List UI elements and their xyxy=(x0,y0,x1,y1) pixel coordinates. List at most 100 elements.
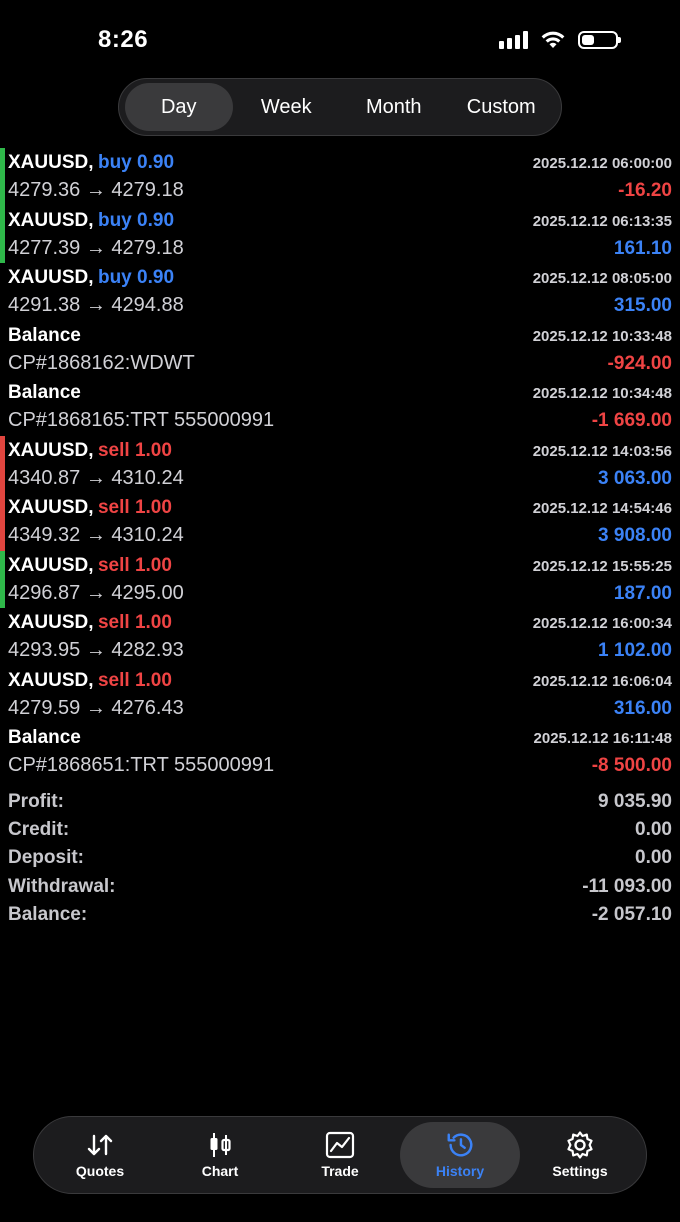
history-row[interactable]: XAUUSD, sell 1.00 2025.12.12 14:54:46 43… xyxy=(0,493,680,551)
tab-history[interactable]: History xyxy=(400,1122,520,1188)
history-row[interactable]: XAUUSD, sell 1.00 2025.12.12 15:55:25 42… xyxy=(0,550,680,608)
deal-direction: sell 1.00 xyxy=(97,669,172,691)
deal-marker-bar xyxy=(0,205,5,263)
history-row[interactable]: XAUUSD, buy 0.90 2025.12.12 06:13:35 427… xyxy=(0,205,680,263)
deal-title: XAUUSD, sell 1.00 xyxy=(8,555,172,577)
history-row[interactable]: XAUUSD, sell 1.00 2025.12.12 14:03:56 43… xyxy=(0,435,680,493)
period-month[interactable]: Month xyxy=(340,83,448,131)
deal-symbol: Balance xyxy=(8,382,81,403)
deal-prices: CP#1868165:TRT 555000991 xyxy=(8,409,275,431)
history-summary: Profit: 9 035.90 Credit: 0.00 Deposit: 0.0… xyxy=(0,788,680,929)
deal-symbol: XAUUSD, xyxy=(8,612,94,633)
deal-marker-bar xyxy=(0,435,5,493)
history-row[interactable]: XAUUSD, buy 0.90 2025.12.12 08:05:00 429… xyxy=(0,263,680,321)
deal-symbol: XAUUSD, xyxy=(8,554,94,576)
wifi-icon xyxy=(541,31,565,48)
deal-prices: 4279.59 → 4276.43 xyxy=(8,696,184,719)
summary-row: Deposit: 0.00 xyxy=(0,844,680,872)
battery-icon xyxy=(578,31,621,49)
deal-profit: -16.20 xyxy=(618,180,672,201)
history-icon xyxy=(445,1131,475,1159)
tab-history-label: History xyxy=(435,1163,485,1179)
chart-icon xyxy=(205,1131,235,1159)
tab-quotes[interactable]: Quotes xyxy=(40,1122,160,1188)
bottom-tab-bar: Quotes Chart Trade History Settings xyxy=(33,1116,647,1194)
deal-profit: 3 063.00 xyxy=(598,467,672,489)
tab-settings[interactable]: Settings xyxy=(520,1122,640,1188)
deal-direction: sell 1.00 xyxy=(97,612,172,633)
period-selector: Day Week Month Custom xyxy=(118,78,562,136)
trade-icon xyxy=(325,1131,355,1159)
summary-label: Credit: xyxy=(8,819,70,841)
deal-time: 2025.12.12 06:00:00 xyxy=(532,155,672,172)
period-custom[interactable]: Custom xyxy=(448,83,556,131)
summary-row: Profit: 9 035.90 xyxy=(0,788,680,816)
deal-symbol: Balance xyxy=(8,727,81,748)
settings-icon xyxy=(565,1131,595,1159)
deal-marker-bar xyxy=(0,550,5,608)
deal-symbol: Balance xyxy=(8,324,81,346)
deal-title: XAUUSD, buy 0.90 xyxy=(8,267,174,289)
deal-direction: sell 1.00 xyxy=(97,554,172,576)
deal-symbol: XAUUSD, xyxy=(8,439,94,461)
period-day[interactable]: Day xyxy=(125,83,233,131)
quotes-icon xyxy=(85,1131,115,1159)
history-row[interactable]: XAUUSD, sell 1.00 2025.12.12 16:00:34 42… xyxy=(0,608,680,666)
deal-profit: 1 102.00 xyxy=(598,640,672,661)
cellular-signal-icon xyxy=(499,31,528,49)
deal-prices: 4296.87 → 4295.00 xyxy=(8,581,184,604)
deal-symbol: XAUUSD, xyxy=(8,669,94,691)
tab-trade[interactable]: Trade xyxy=(280,1122,400,1188)
summary-label: Balance: xyxy=(8,903,88,925)
deal-prices: 4340.87 → 4310.24 xyxy=(8,466,184,489)
deal-title: XAUUSD, sell 1.00 xyxy=(8,612,172,634)
tab-settings-label: Settings xyxy=(552,1163,608,1179)
summary-row: Balance: -2 057.10 xyxy=(0,901,680,929)
deal-title: XAUUSD, sell 1.00 xyxy=(8,440,172,462)
deal-time: 2025.12.12 16:11:48 xyxy=(533,730,672,747)
history-row[interactable]: Balance 2025.12.12 10:33:48 CP#1868162:W… xyxy=(0,321,680,379)
deal-prices: 4293.95 → 4282.93 xyxy=(8,639,184,661)
history-row[interactable]: XAUUSD, sell 1.00 2025.12.12 16:06:04 42… xyxy=(0,666,680,724)
deal-title: XAUUSD, buy 0.90 xyxy=(8,210,174,232)
deal-profit: 187.00 xyxy=(613,582,672,604)
deal-prices: 4277.39 → 4279.18 xyxy=(8,236,184,259)
deal-direction: sell 1.00 xyxy=(97,439,172,461)
summary-value: 9 035.90 xyxy=(598,791,672,813)
summary-row: Withdrawal: -11 093.00 xyxy=(0,873,680,901)
deal-time: 2025.12.12 14:03:56 xyxy=(532,442,672,460)
tab-quotes-label: Quotes xyxy=(75,1163,125,1179)
deal-direction: sell 1.00 xyxy=(97,497,172,518)
tab-trade-label: Trade xyxy=(321,1163,359,1179)
status-time: 8:26 xyxy=(98,26,149,53)
deal-profit: 315.00 xyxy=(613,295,672,316)
deal-prices: 4279.36 → 4279.18 xyxy=(8,179,184,201)
deal-direction: buy 0.90 xyxy=(97,209,175,231)
summary-value: -2 057.10 xyxy=(591,903,672,925)
deal-marker-bar xyxy=(0,148,5,206)
deal-time: 2025.12.12 15:55:25 xyxy=(532,557,672,575)
deal-time: 2025.12.12 16:06:04 xyxy=(532,672,672,690)
deal-profit: 161.10 xyxy=(613,237,672,259)
deal-time: 2025.12.12 08:05:00 xyxy=(532,270,672,287)
deal-prices: 4349.32 → 4310.24 xyxy=(8,524,184,546)
deal-time: 2025.12.12 16:00:34 xyxy=(532,615,672,632)
deal-symbol: XAUUSD, xyxy=(8,209,94,231)
status-bar: 8:26 xyxy=(0,0,680,80)
deal-time: 2025.12.12 10:33:48 xyxy=(532,327,672,345)
summary-label: Withdrawal: xyxy=(8,875,116,897)
summary-value: 0.00 xyxy=(635,819,672,841)
period-week[interactable]: Week xyxy=(233,83,341,131)
status-icons xyxy=(499,30,621,50)
summary-row: Credit: 0.00 xyxy=(0,816,680,844)
deal-prices: 4291.38 → 4294.88 xyxy=(8,294,184,316)
deal-title: Balance xyxy=(8,382,81,404)
deal-time: 2025.12.12 14:54:46 xyxy=(532,500,672,517)
tab-chart[interactable]: Chart xyxy=(160,1122,280,1188)
deal-title: Balance xyxy=(8,325,81,347)
deal-profit: -1 669.00 xyxy=(591,410,672,431)
history-row[interactable]: Balance 2025.12.12 16:11:48 CP#1868651:T… xyxy=(0,723,680,781)
history-row[interactable]: XAUUSD, buy 0.90 2025.12.12 06:00:00 427… xyxy=(0,148,680,206)
summary-value: -11 093.00 xyxy=(582,875,672,897)
history-row[interactable]: Balance 2025.12.12 10:34:48 CP#1868165:T… xyxy=(0,378,680,436)
